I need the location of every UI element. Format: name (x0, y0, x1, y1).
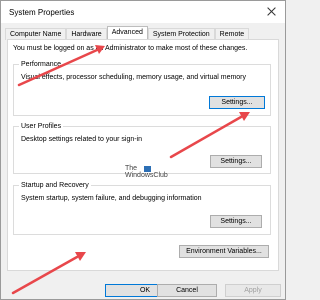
close-icon[interactable] (265, 5, 279, 19)
admin-note: You must be logged on as an Administrato… (13, 45, 248, 52)
apply-button[interactable]: Apply (225, 284, 281, 297)
tab-advanced[interactable]: Advanced (106, 26, 148, 40)
user-profiles-group-title: User Profiles (19, 122, 64, 131)
performance-settings-button[interactable]: Settings... (209, 96, 265, 109)
user-profiles-description: Desktop settings related to your sign-in (21, 136, 143, 143)
watermark-logo-icon (144, 166, 151, 172)
system-properties-dialog: System Properties Computer Name Hardware… (0, 0, 286, 300)
performance-description: Visual effects, processor scheduling, me… (21, 74, 247, 81)
performance-group: Performance Visual effects, processor sc… (13, 60, 271, 116)
title-bar: System Properties (1, 1, 285, 23)
startup-recovery-group: Startup and Recovery System startup, sys… (13, 181, 271, 235)
performance-group-title: Performance (19, 60, 64, 69)
watermark-line2: WindowsClub (125, 172, 168, 179)
cancel-button[interactable]: Cancel (157, 284, 217, 297)
user-profiles-settings-button[interactable]: Settings... (210, 155, 262, 168)
startup-recovery-settings-button[interactable]: Settings... (210, 215, 262, 228)
environment-variables-button[interactable]: Environment Variables... (179, 245, 269, 258)
window-title: System Properties (9, 8, 75, 17)
startup-recovery-description: System startup, system failure, and debu… (21, 195, 202, 202)
startup-recovery-group-title: Startup and Recovery (19, 181, 91, 190)
